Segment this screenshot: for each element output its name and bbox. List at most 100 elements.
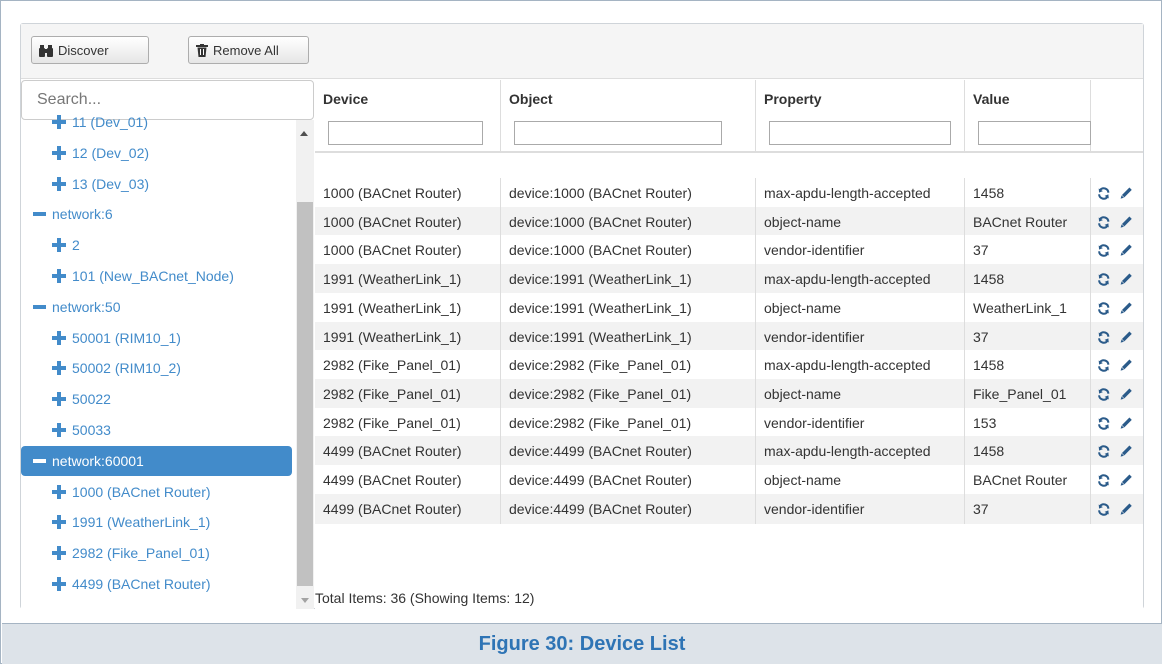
refresh-icon[interactable] xyxy=(1097,502,1110,517)
expand-plus-icon[interactable] xyxy=(52,177,66,191)
tree-device-node[interactable]: 50002 (RIM10_2) xyxy=(21,353,181,383)
tree-node-label: 1991 (WeatherLink_1) xyxy=(72,514,211,530)
table-row[interactable]: 2982 (Fike_Panel_01) device:2982 (Fike_Pa… xyxy=(315,350,1143,380)
scroll-down-arrow-icon[interactable] xyxy=(301,598,309,603)
table-row[interactable]: 1000 (BACnet Router) device:1000 (BACnet … xyxy=(315,235,1143,265)
discover-button[interactable]: Discover xyxy=(31,36,149,64)
table-cell: 37 xyxy=(965,322,1091,352)
tree-node-label: 11 (Dev_01) xyxy=(72,114,149,130)
row-actions xyxy=(1091,494,1143,524)
remove-all-button[interactable]: Remove All xyxy=(188,36,309,64)
pencil-edit-icon[interactable] xyxy=(1120,444,1133,458)
pencil-edit-icon[interactable] xyxy=(1120,301,1133,315)
pencil-edit-icon[interactable] xyxy=(1120,473,1133,487)
refresh-icon[interactable] xyxy=(1097,358,1110,373)
column-header-title[interactable]: Device xyxy=(323,91,368,107)
refresh-icon[interactable] xyxy=(1097,243,1110,258)
pencil-edit-icon[interactable] xyxy=(1120,330,1133,344)
table-cell: 2982 (Fike_Panel_01) xyxy=(315,379,501,409)
table-cell: Fike_Panel_01 xyxy=(965,379,1091,409)
pencil-edit-icon[interactable] xyxy=(1120,358,1133,372)
column-header-title[interactable]: Object xyxy=(509,91,553,107)
expand-plus-icon[interactable] xyxy=(52,238,66,252)
refresh-icon[interactable] xyxy=(1097,215,1110,230)
column-filter-input[interactable] xyxy=(514,121,722,145)
table-row[interactable]: 1000 (BACnet Router) device:1000 (BACnet … xyxy=(315,178,1143,208)
collapse-minus-icon[interactable] xyxy=(33,305,46,309)
column-filter-input[interactable] xyxy=(769,121,951,145)
table-cell: 1991 (WeatherLink_1) xyxy=(315,293,501,323)
table-row[interactable]: 4499 (BACnet Router) device:4499 (BACnet … xyxy=(315,494,1143,524)
table-row[interactable]: 2982 (Fike_Panel_01) device:2982 (Fike_Pa… xyxy=(315,408,1143,438)
tree-device-node[interactable]: 11 (Dev_01) xyxy=(21,107,148,137)
refresh-icon[interactable] xyxy=(1097,444,1110,459)
refresh-icon[interactable] xyxy=(1097,387,1110,402)
table-row[interactable]: 1991 (WeatherLink_1) device:1991 (Weather… xyxy=(315,322,1143,352)
expand-plus-icon[interactable] xyxy=(52,146,66,160)
tree-device-node[interactable]: 1000 (BACnet Router) xyxy=(21,477,211,507)
tree-node-label: 50022 xyxy=(72,391,111,407)
table-cell: max-apdu-length-accepted xyxy=(756,264,965,294)
scroll-up-arrow-icon[interactable] xyxy=(300,131,308,136)
table-row[interactable]: 4499 (BACnet Router) device:4499 (BACnet … xyxy=(315,465,1143,495)
scroll-thumb[interactable] xyxy=(297,202,313,586)
tree-network-node[interactable]: network:50 xyxy=(21,292,120,322)
tree-device-node[interactable]: 12 (Dev_02) xyxy=(21,138,149,168)
expand-plus-icon[interactable] xyxy=(52,115,66,129)
tree-device-node[interactable]: 50033 xyxy=(21,415,111,445)
expand-plus-icon[interactable] xyxy=(52,392,66,406)
tree-device-node[interactable]: 1991 (WeatherLink_1) xyxy=(21,507,210,537)
refresh-icon[interactable] xyxy=(1097,186,1110,201)
pencil-edit-icon[interactable] xyxy=(1120,387,1133,401)
tree-device-node[interactable]: 2982 (Fike_Panel_01) xyxy=(21,538,210,568)
column-filter-input[interactable] xyxy=(978,121,1091,145)
figure-caption: Figure 30: Device List xyxy=(478,632,686,655)
table-row[interactable]: 1000 (BACnet Router) device:1000 (BACnet … xyxy=(315,207,1143,237)
expand-plus-icon[interactable] xyxy=(52,546,66,560)
column-filter-input[interactable] xyxy=(328,121,483,145)
table-row[interactable]: 1991 (WeatherLink_1) device:1991 (Weather… xyxy=(315,264,1143,294)
refresh-icon[interactable] xyxy=(1097,330,1110,345)
expand-plus-icon[interactable] xyxy=(52,577,66,591)
tree-network-node[interactable]: network:60001 xyxy=(21,446,292,476)
tree-device-node[interactable]: 13 (Dev_03) xyxy=(21,169,149,199)
pencil-edit-icon[interactable] xyxy=(1120,272,1133,286)
row-actions xyxy=(1091,436,1143,466)
figure-caption-bar: Figure 30: Device List xyxy=(2,623,1162,664)
pencil-edit-icon[interactable] xyxy=(1120,186,1133,200)
expand-plus-icon[interactable] xyxy=(52,269,66,283)
pencil-edit-icon[interactable] xyxy=(1120,502,1133,516)
tree-device-node[interactable]: 4499 (BACnet Router) xyxy=(21,569,211,599)
tree-network-node[interactable]: network:6 xyxy=(21,199,113,229)
pencil-edit-icon[interactable] xyxy=(1120,243,1133,257)
refresh-icon[interactable] xyxy=(1097,416,1110,431)
table-row[interactable]: 2982 (Fike_Panel_01) device:2982 (Fike_Pa… xyxy=(315,379,1143,409)
expand-plus-icon[interactable] xyxy=(52,361,66,375)
collapse-minus-icon[interactable] xyxy=(33,212,46,216)
expand-plus-icon[interactable] xyxy=(52,423,66,437)
expand-plus-icon[interactable] xyxy=(52,515,66,529)
table-cell: BACnet Router xyxy=(965,207,1091,237)
table-cell: device:1000 (BACnet Router) xyxy=(501,178,756,208)
tree-node-label: 50002 (RIM10_2) xyxy=(72,360,181,376)
tree-device-node[interactable]: 2 xyxy=(21,230,80,260)
tree-node-label: 2982 (Fike_Panel_01) xyxy=(72,545,210,561)
table-cell: device:1000 (BACnet Router) xyxy=(501,207,756,237)
expand-plus-icon[interactable] xyxy=(52,331,66,345)
refresh-icon[interactable] xyxy=(1097,301,1110,316)
row-actions xyxy=(1091,322,1143,352)
column-header-title[interactable]: Value xyxy=(973,91,1010,107)
tree-device-node[interactable]: 101 (New_BACnet_Node) xyxy=(21,261,234,291)
pencil-edit-icon[interactable] xyxy=(1120,215,1133,229)
collapse-minus-icon[interactable] xyxy=(33,459,46,463)
tree-device-node[interactable]: 50001 (RIM10_1) xyxy=(21,323,181,353)
table-row[interactable]: 1991 (WeatherLink_1) device:1991 (Weather… xyxy=(315,293,1143,323)
refresh-icon[interactable] xyxy=(1097,272,1110,287)
pencil-edit-icon[interactable] xyxy=(1120,416,1133,430)
expand-plus-icon[interactable] xyxy=(52,485,66,499)
column-header-title[interactable]: Property xyxy=(764,91,822,107)
tree-device-node[interactable]: 50022 xyxy=(21,384,111,414)
refresh-icon[interactable] xyxy=(1097,473,1110,488)
tree-scrollbar[interactable] xyxy=(296,120,314,609)
table-row[interactable]: 4499 (BACnet Router) device:4499 (BACnet … xyxy=(315,436,1143,466)
